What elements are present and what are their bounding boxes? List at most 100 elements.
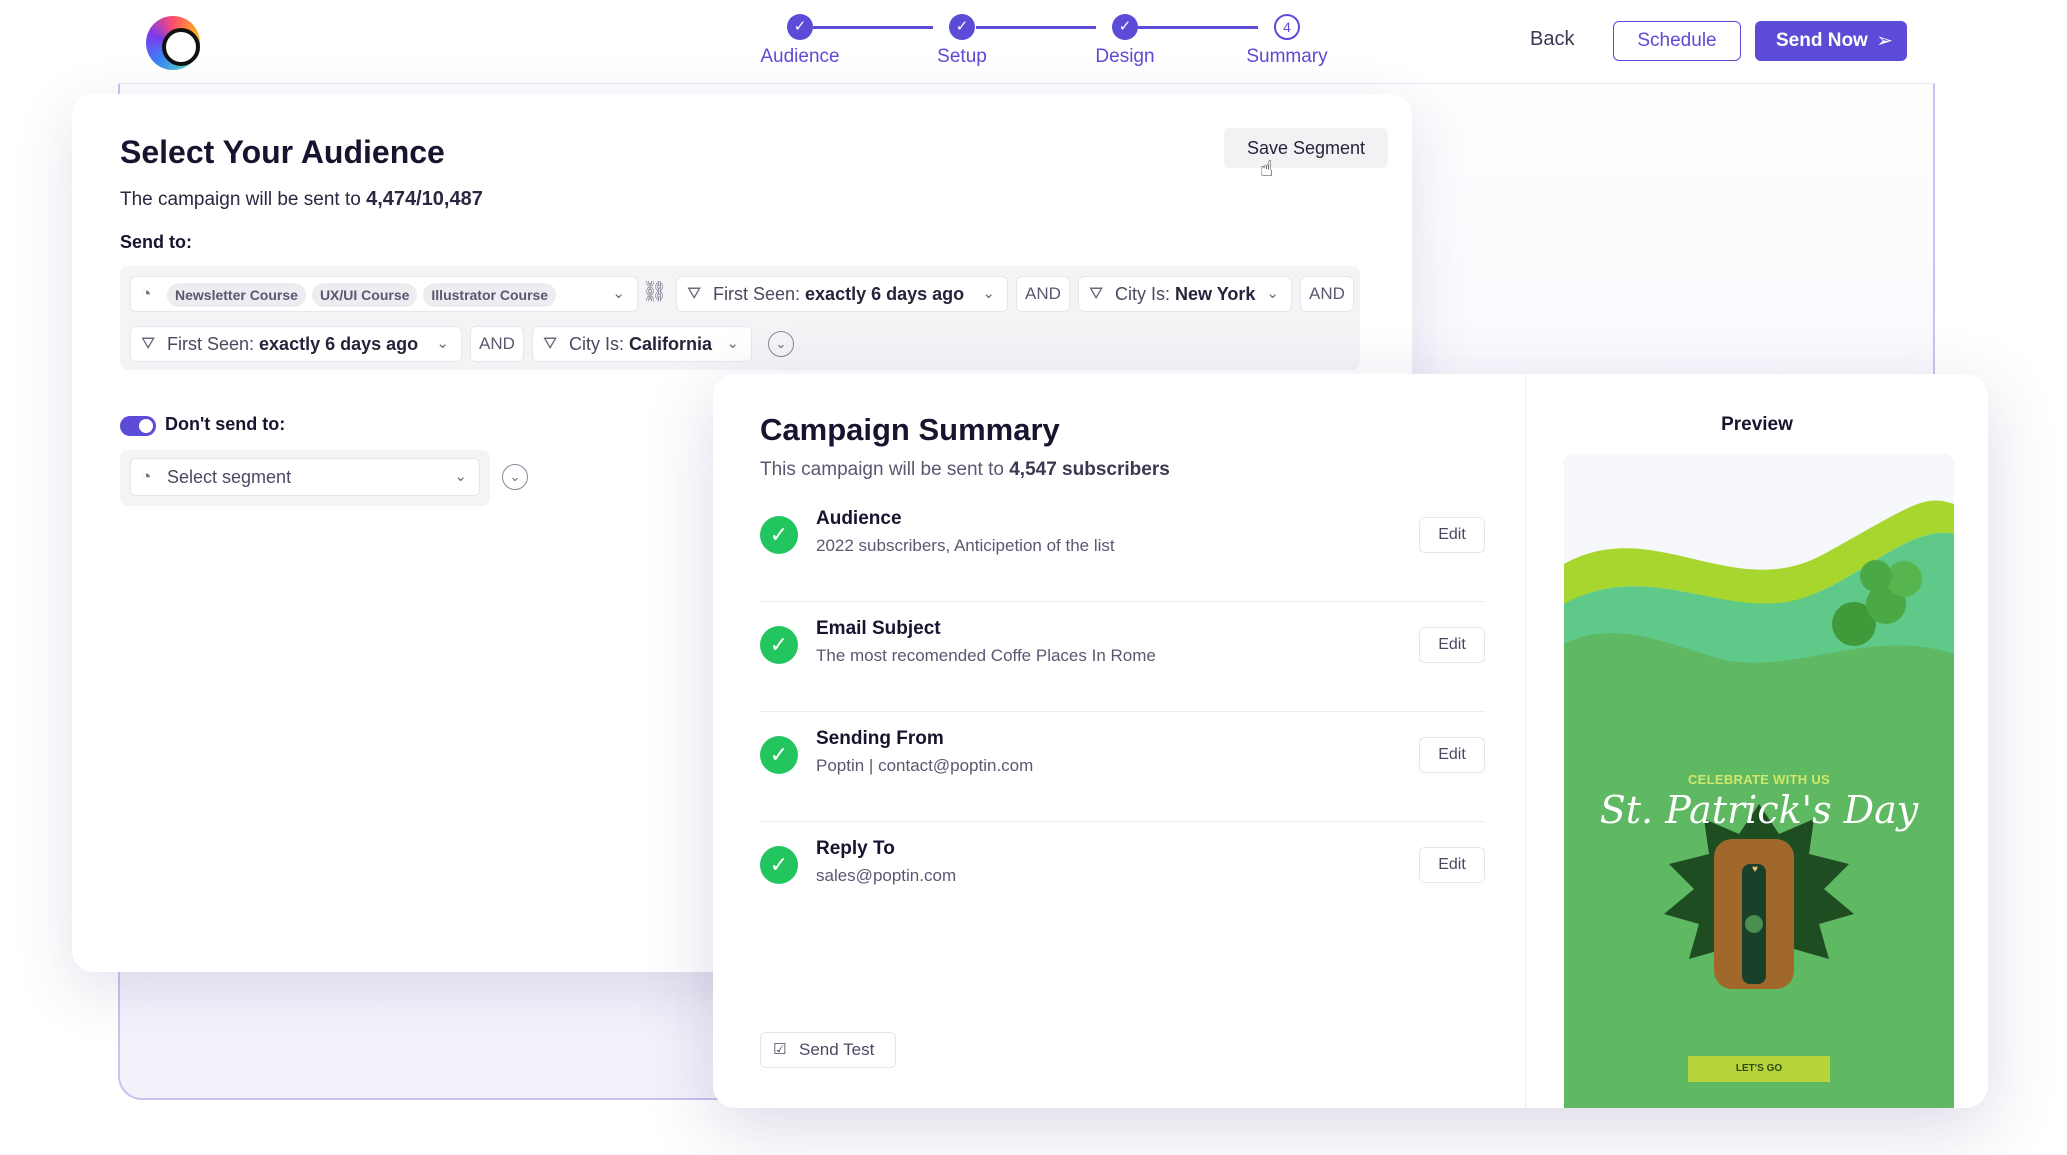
step-label: Design <box>1095 46 1155 67</box>
exclude-segment-box: ◔ Select segment ⌄ <box>120 450 490 506</box>
preview-headline: St. Patrick's Day <box>1599 788 1919 832</box>
segment-placeholder: Select segment <box>167 467 292 487</box>
audience-count: 4,474/10,487 <box>366 188 483 210</box>
row-detail: Poptin | contact@poptin.com <box>816 756 1034 775</box>
step-audience[interactable]: ✓ Audience <box>740 14 860 68</box>
chevron-down-icon: ⌄ <box>436 335 449 352</box>
check-icon: ✓ <box>787 14 813 40</box>
add-exclusion-chevron-icon[interactable]: ⌄ <box>502 464 528 490</box>
filter-icon: ⛛ <box>687 284 702 303</box>
check-icon: ✓ <box>1112 14 1138 40</box>
summary-row-audience: ✓ Audience 2022 subscribers, Anticipetio… <box>760 492 1485 602</box>
filter-prefix: First Seen: <box>167 334 260 354</box>
row-title: Sending From <box>816 728 944 749</box>
send-test-button[interactable]: ☑ Send Test <box>760 1032 896 1068</box>
pie-chart-icon: ◔ <box>141 467 152 486</box>
step-label: Setup <box>937 46 987 67</box>
step-number: 4 <box>1274 14 1300 40</box>
filter-prefix: City Is: <box>569 334 630 354</box>
chevron-down-icon: ⌄ <box>982 285 995 302</box>
and-operator[interactable]: AND <box>470 326 524 362</box>
edit-button[interactable]: Edit <box>1419 517 1485 553</box>
check-circle-icon: ✓ <box>760 846 798 884</box>
filter-icon: ⛛ <box>1089 284 1104 303</box>
check-icon: ✓ <box>949 14 975 40</box>
step-label: Audience <box>760 46 840 67</box>
row-detail: 2022 subscribers, Anticipetion of the li… <box>816 536 1115 555</box>
edit-button[interactable]: Edit <box>1419 847 1485 883</box>
filter-first-seen[interactable]: ⛛ First Seen: exactly 6 days ago ⌄ <box>130 326 462 362</box>
summary-panel: Campaign Summary This campaign will be s… <box>713 374 1525 1108</box>
step-label: Summary <box>1246 46 1328 67</box>
checklist-icon: ☑ <box>773 1041 787 1058</box>
and-operator[interactable]: AND <box>1300 276 1354 312</box>
chevron-down-icon: ⌄ <box>726 335 739 352</box>
app-logo[interactable] <box>146 16 200 70</box>
link-icon[interactable]: ⛓ <box>642 279 667 304</box>
summary-row-email-subject: ✓ Email Subject The most recomended Coff… <box>760 602 1485 712</box>
filter-icon: ⛛ <box>543 334 558 353</box>
chevron-down-icon: ⌄ <box>454 468 467 485</box>
progress-stepper: ✓ Audience ✓ Setup ✓ Design 4 Summary <box>740 14 1328 74</box>
row-title: Reply To <box>816 838 895 859</box>
filter-value: California <box>629 334 713 354</box>
dont-send-label: Don't send to: <box>165 414 286 434</box>
audience-subtitle-text: The campaign will be sent to <box>120 189 367 210</box>
filter-city[interactable]: ⛛ City Is: California ⌄ <box>532 326 752 362</box>
schedule-button[interactable]: Schedule <box>1613 21 1741 61</box>
check-circle-icon: ✓ <box>760 626 798 664</box>
add-filter-chevron-icon[interactable]: ⌄ <box>768 331 794 357</box>
filter-prefix: City Is: <box>1115 284 1176 304</box>
filter-first-seen[interactable]: ⛛ First Seen: exactly 6 days ago ⌄ <box>676 276 1008 312</box>
row-detail: The most recomended Coffe Places In Rome <box>816 646 1156 665</box>
filter-value: exactly 6 days ago <box>259 334 419 354</box>
check-circle-icon: ✓ <box>760 516 798 554</box>
send-now-button[interactable]: Send Now ➢ <box>1755 21 1907 61</box>
send-to-label: Send to: <box>120 232 192 252</box>
row-title: Email Subject <box>816 618 941 639</box>
step-design[interactable]: ✓ Design <box>1065 14 1185 68</box>
summary-row-reply-to: ✓ Reply To sales@poptin.com Edit <box>760 822 1485 932</box>
segment-tag[interactable]: UX/UI Course <box>311 283 418 308</box>
back-button[interactable]: Back <box>1530 28 1574 51</box>
filter-prefix: First Seen: <box>713 284 806 304</box>
hand-cursor-icon: ☝ <box>1260 156 1274 181</box>
filter-value: exactly 6 days ago <box>805 284 965 304</box>
step-summary[interactable]: 4 Summary <box>1227 14 1347 68</box>
segment-tag[interactable]: Newsletter Course <box>167 283 306 308</box>
chevron-down-icon: ⌄ <box>1266 285 1279 302</box>
summary-subtitle-text: This campaign will be sent to <box>760 459 1010 480</box>
send-test-label: Send Test <box>799 1040 875 1059</box>
segment-select[interactable]: ◔ Newsletter Course UX/UI Course Illustrat… <box>130 276 638 312</box>
subscriber-count: 4,547 subscribers <box>1009 459 1170 480</box>
row-title: Audience <box>816 508 902 529</box>
segment-tag[interactable]: Illustrator Course <box>423 283 557 308</box>
audience-title: Select Your Audience <box>120 134 445 170</box>
summary-title: Campaign Summary <box>760 412 1060 447</box>
exclude-segment-select[interactable]: ◔ Select segment ⌄ <box>130 458 480 496</box>
email-preview[interactable]: ♥ CELEBRATE WITH US St. Patrick's Day LE… <box>1564 454 1954 1108</box>
campaign-summary-card: Campaign Summary This campaign will be s… <box>713 374 1988 1108</box>
preview-cta-button: LET'S GO <box>1688 1056 1830 1082</box>
svg-text:♥: ♥ <box>1752 864 1758 875</box>
paper-plane-icon: ➢ <box>1876 30 1893 52</box>
panel-divider <box>1525 374 1526 1108</box>
chevron-down-icon: ⌄ <box>612 285 625 302</box>
send-now-label: Send Now <box>1776 30 1868 51</box>
check-circle-icon: ✓ <box>760 736 798 774</box>
edit-button[interactable]: Edit <box>1419 627 1485 663</box>
preview-label: Preview <box>1721 414 1793 435</box>
step-setup[interactable]: ✓ Setup <box>902 14 1022 68</box>
save-segment-button[interactable]: Save Segment <box>1224 128 1388 168</box>
audience-subtitle: The campaign will be sent to 4,474/10,48… <box>120 188 483 211</box>
edit-button[interactable]: Edit <box>1419 737 1485 773</box>
row-detail: sales@poptin.com <box>816 866 957 885</box>
preview-kicker: CELEBRATE WITH US <box>1687 772 1831 787</box>
filter-value: New York <box>1175 284 1256 304</box>
filter-city[interactable]: ⛛ City Is: New York ⌄ <box>1078 276 1292 312</box>
summary-subtitle: This campaign will be sent to 4,547 subs… <box>760 459 1170 481</box>
dont-send-toggle[interactable] <box>120 416 156 436</box>
summary-row-sending-from: ✓ Sending From Poptin | contact@poptin.c… <box>760 712 1485 822</box>
filter-icon: ⛛ <box>141 334 156 353</box>
and-operator[interactable]: AND <box>1016 276 1070 312</box>
